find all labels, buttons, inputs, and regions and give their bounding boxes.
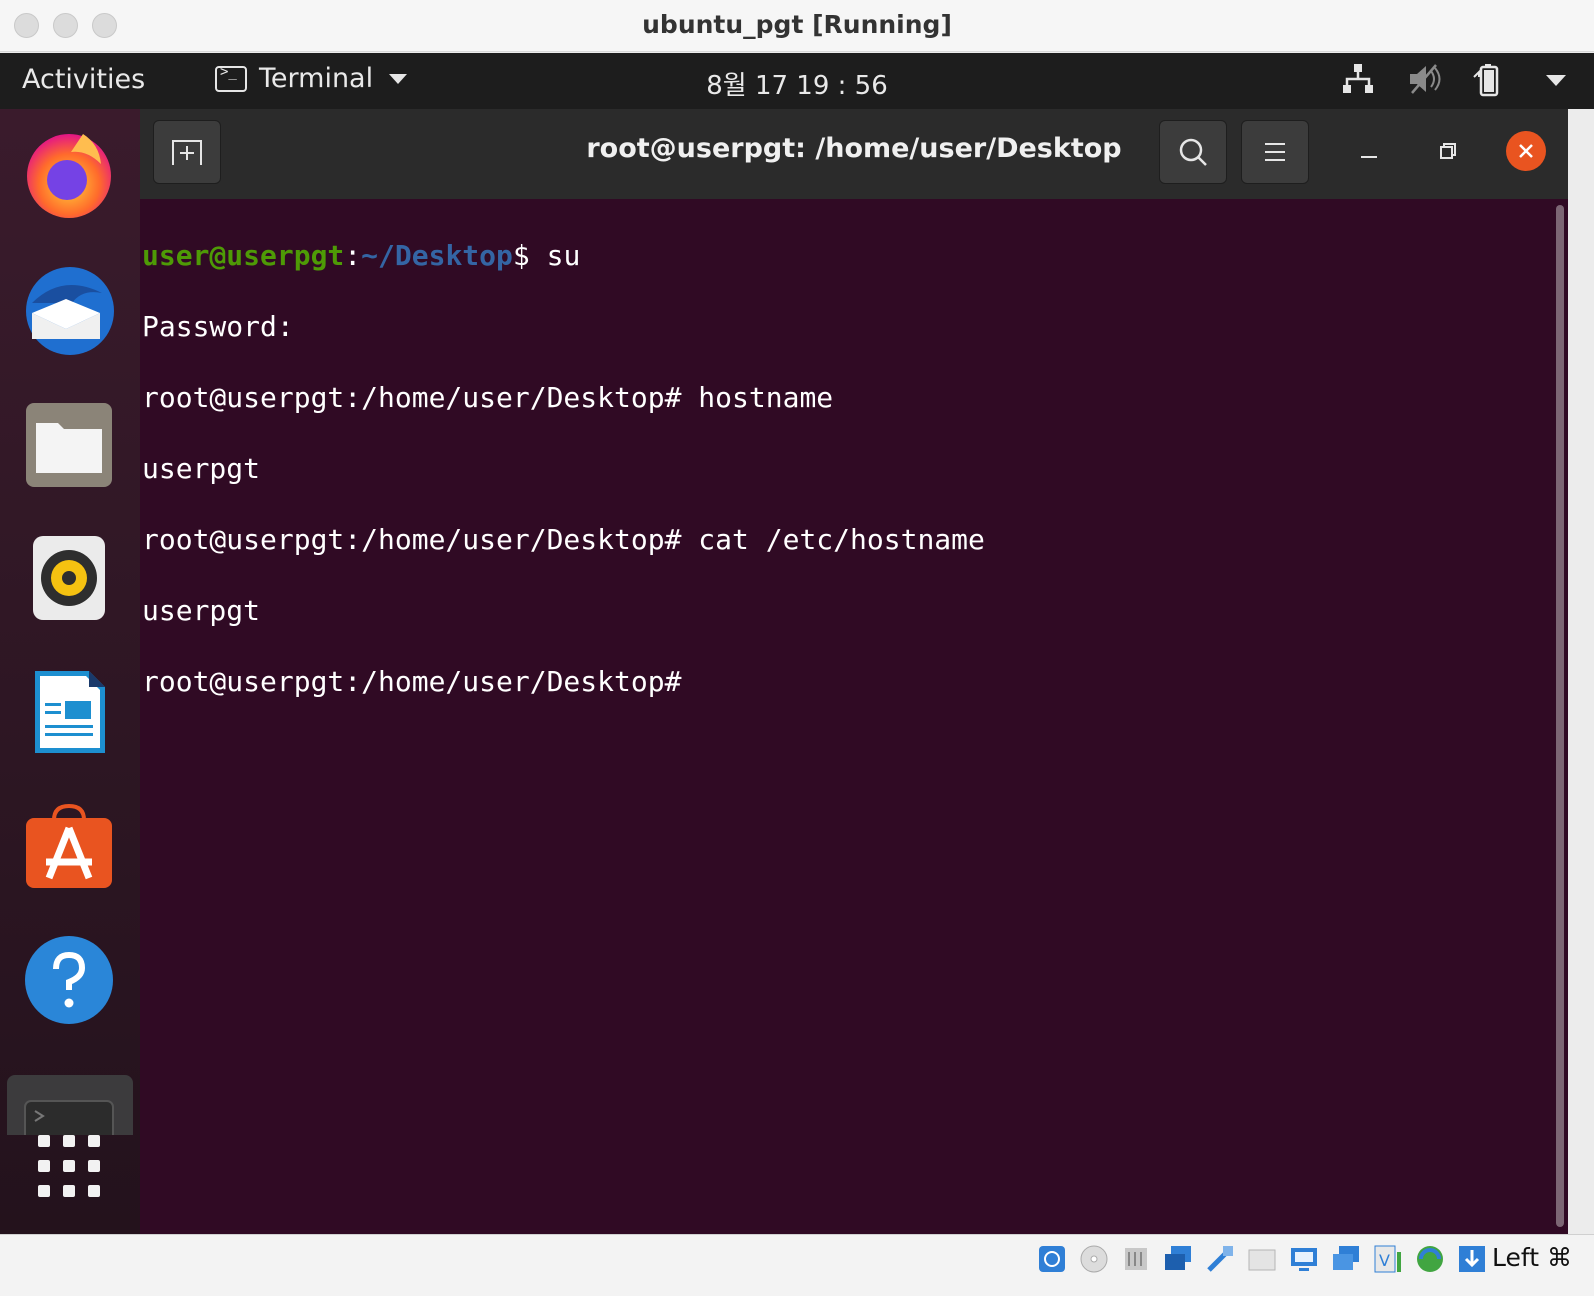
shared-folder-icon[interactable] (1245, 1242, 1279, 1276)
terminal-line: root@userpgt:/home/user/Desktop# cat /et… (142, 522, 985, 556)
firefox-icon (27, 134, 111, 218)
video-capture-icon[interactable] (1329, 1242, 1363, 1276)
gnome-top-bar: Activities Terminal 8월 17 19 : 56 (0, 53, 1594, 109)
vm-window-titlebar: ubuntu_pgt [Running] (0, 0, 1594, 52)
search-icon (1179, 138, 1207, 166)
virtualbox-status-bar: V Left ⌘ (0, 1234, 1594, 1296)
terminal-headerbar: root@userpgt: /home/user/Desktop (140, 109, 1568, 199)
maximize-button[interactable] (1427, 131, 1467, 171)
minimize-button[interactable] (1349, 131, 1389, 171)
guest-additions-icon[interactable] (1413, 1242, 1447, 1276)
battery-icon[interactable] (1472, 61, 1508, 97)
terminal-line: userpgt (142, 593, 261, 627)
network-adapter-icon[interactable] (1161, 1242, 1195, 1276)
dock-files[interactable] (22, 397, 116, 491)
speaker-icon (33, 536, 105, 620)
vm-window-title: ubuntu_pgt [Running] (642, 10, 952, 39)
prompt-separator: : (344, 238, 362, 272)
shopping-bag-icon (26, 803, 112, 888)
hard-disk-icon[interactable] (1035, 1242, 1069, 1276)
terminal-output[interactable]: user@userpgt:~/Desktop$ su Password: roo… (140, 199, 1568, 1234)
close-button[interactable] (1506, 131, 1546, 171)
close-icon (1519, 144, 1533, 158)
dock-rhythmbox[interactable] (22, 531, 116, 625)
document-icon (35, 671, 105, 753)
vbox-device-icons: V (1035, 1242, 1489, 1276)
terminal-line: root@userpgt:/home/user/Desktop# hostnam… (142, 380, 834, 414)
terminal-line: Password: (142, 309, 294, 343)
dock-terminal[interactable] (7, 1075, 133, 1142)
terminal-line: user@userpgt:~/Desktop$ su (142, 238, 1568, 274)
host-key-indicator[interactable]: Left ⌘ (1492, 1243, 1572, 1272)
audio-icon[interactable] (1119, 1242, 1153, 1276)
mouse-integration-icon[interactable] (1455, 1242, 1489, 1276)
system-menu-caret-icon[interactable] (1538, 61, 1574, 97)
search-button[interactable] (1159, 120, 1227, 184)
dock (0, 109, 140, 1255)
menu-icon (1265, 143, 1285, 161)
optical-drive-icon[interactable] (1077, 1242, 1111, 1276)
cpu-vt-icon[interactable]: V (1371, 1242, 1405, 1276)
terminal-scrollbar[interactable] (1556, 205, 1564, 1227)
system-tray[interactable] (1340, 61, 1574, 97)
dock-libreoffice-writer[interactable] (22, 665, 116, 759)
display-icon[interactable] (1287, 1242, 1321, 1276)
dock-ubuntu-software[interactable] (22, 799, 116, 893)
usb-icon[interactable] (1203, 1242, 1237, 1276)
terminal-line: userpgt (142, 451, 261, 485)
restore-icon (1440, 143, 1456, 159)
network-icon[interactable] (1340, 61, 1376, 97)
dock-thunderbird[interactable] (22, 263, 116, 357)
prompt-user: user@userpgt (142, 238, 345, 272)
hamburger-menu-button[interactable] (1241, 120, 1309, 184)
prompt-path: ~/Desktop (361, 238, 513, 272)
help-icon (25, 936, 113, 1024)
terminal-icon (24, 1100, 114, 1142)
dock-firefox[interactable] (22, 127, 116, 221)
folder-icon (26, 403, 112, 487)
command-text: $ su (512, 238, 581, 272)
terminal-line: root@userpgt:/home/user/Desktop# (142, 664, 699, 698)
minimize-icon (1361, 156, 1377, 158)
svg-text:V: V (1379, 1251, 1390, 1270)
dock-help[interactable] (22, 933, 116, 1027)
thunderbird-icon (26, 267, 114, 355)
volume-muted-icon[interactable] (1406, 61, 1442, 97)
show-applications-grid-icon[interactable] (38, 1135, 100, 1197)
